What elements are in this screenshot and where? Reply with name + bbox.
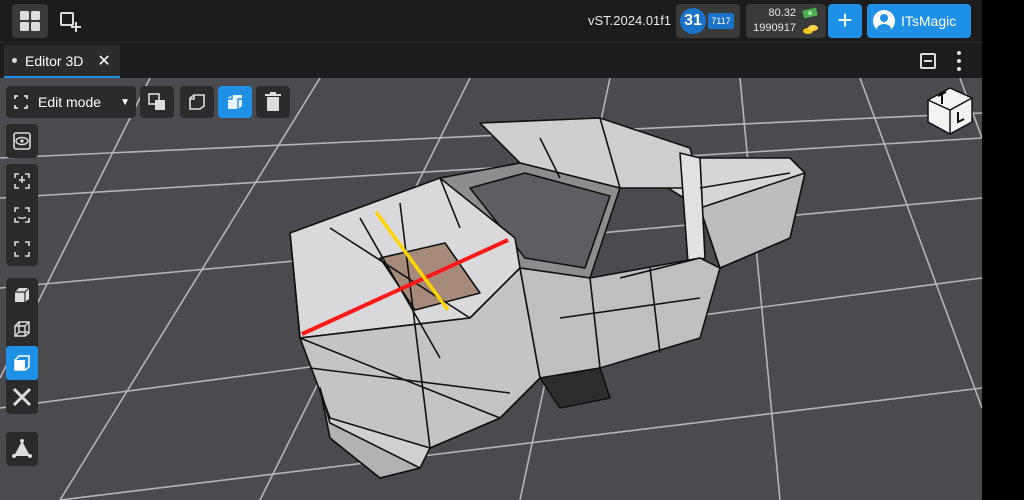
- vertex-tool-button[interactable]: [6, 432, 38, 466]
- close-mode-button[interactable]: [6, 380, 38, 414]
- scene-canvas[interactable]: [0, 78, 982, 500]
- rotate-tool-button[interactable]: [6, 198, 38, 232]
- tab-label: Editor 3D: [25, 52, 84, 69]
- grid-menu-button[interactable]: [12, 4, 48, 38]
- eye-icon: [13, 132, 31, 150]
- select-mode-tools: [6, 278, 38, 414]
- face-select-outline-button[interactable]: [180, 86, 214, 118]
- vertex-triangle-icon: [12, 439, 32, 458]
- selection-toolbar: [140, 86, 174, 118]
- move-icon: [14, 173, 30, 189]
- tab-bar: Editor 3D ✕: [0, 42, 982, 79]
- wireframe-mode-button[interactable]: [6, 312, 38, 346]
- element-toolbar: [180, 86, 252, 118]
- view-tools: [6, 124, 38, 158]
- edit-mode-icon: [14, 95, 28, 109]
- axis-gizmo-icon[interactable]: [920, 82, 976, 138]
- currency-value-1: 80.32: [768, 7, 796, 19]
- user-name: ITsMagic: [901, 13, 957, 29]
- face-select-button[interactable]: [218, 86, 252, 118]
- minimize-panel-button[interactable]: [920, 53, 936, 69]
- face-solid-icon: [228, 95, 242, 109]
- screen-edge: [982, 0, 1024, 500]
- edit-mode-label: Edit mode: [38, 94, 102, 110]
- close-icon: [12, 387, 32, 407]
- trash-icon: [265, 92, 281, 111]
- add-button[interactable]: +: [828, 4, 862, 38]
- tab-close-icon[interactable]: ✕: [97, 51, 110, 71]
- currency-value-2: 1990917: [753, 22, 796, 34]
- cube-face-icon: [14, 355, 30, 371]
- grid-icon: [20, 11, 40, 31]
- user-account-button[interactable]: ITsMagic: [867, 4, 971, 38]
- select-similar-icon: [148, 93, 165, 110]
- transform-tools: [6, 164, 38, 266]
- coins-icon: [803, 25, 818, 34]
- currency-panel[interactable]: 80.32 1990917: [746, 4, 826, 38]
- add-window-icon: [60, 12, 81, 32]
- face-outline-icon: [189, 94, 205, 110]
- face-mode-button[interactable]: [6, 346, 38, 380]
- scale-icon: [14, 241, 30, 257]
- viewport-3d[interactable]: Edit mode ▼: [0, 78, 982, 500]
- version-label: vST.2024.01f1: [588, 13, 672, 28]
- top-bar: vST.2024.01f1 31 7117 80.32 1990917 + IT…: [0, 0, 982, 42]
- delete-button[interactable]: [256, 86, 290, 118]
- select-similar-button[interactable]: [140, 86, 174, 118]
- chevron-down-icon: ▼: [120, 96, 130, 108]
- tab-editor-3d[interactable]: Editor 3D ✕: [4, 45, 120, 79]
- delete-toolbar: [256, 86, 290, 118]
- scale-tool-button[interactable]: [6, 232, 38, 266]
- tab-indicator-dot: [12, 58, 17, 63]
- cash-icon: [802, 7, 818, 19]
- xp-count: 7117: [708, 13, 734, 29]
- user-avatar-icon: [873, 10, 895, 32]
- more-options-icon[interactable]: [952, 49, 966, 73]
- level-badge[interactable]: 31 7117: [676, 4, 740, 38]
- view-toggle-button[interactable]: [6, 124, 38, 158]
- edit-mode-dropdown[interactable]: Edit mode ▼: [6, 86, 136, 118]
- truck-mesh[interactable]: [289, 117, 806, 479]
- add-window-button[interactable]: [52, 4, 88, 38]
- move-tool-button[interactable]: [6, 164, 38, 198]
- cube-wire-icon: [14, 321, 30, 337]
- vertex-tools: [6, 432, 38, 466]
- rotate-icon: [14, 207, 30, 223]
- object-mode-button[interactable]: [6, 278, 38, 312]
- level-number: 31: [680, 8, 706, 34]
- cube-solid-icon: [15, 287, 30, 302]
